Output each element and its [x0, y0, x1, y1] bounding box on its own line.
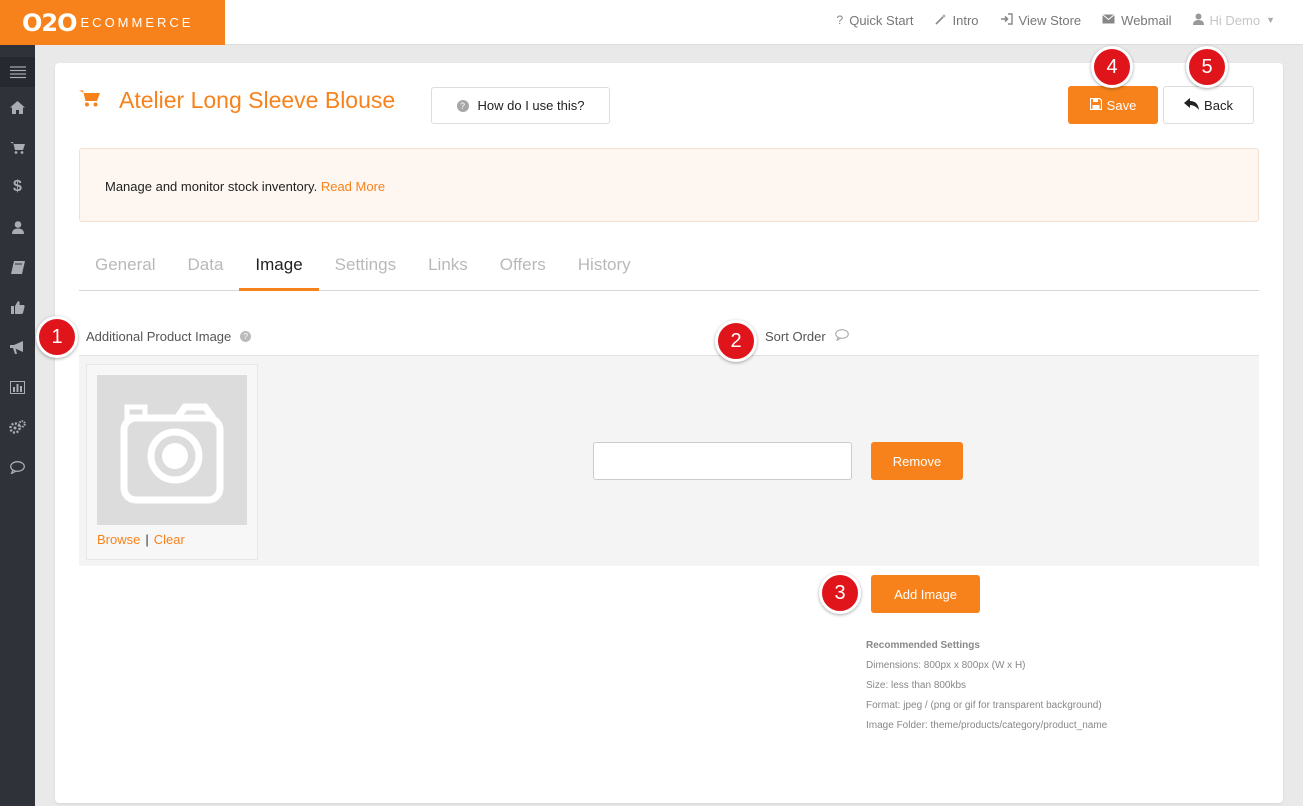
tab-history[interactable]: History — [562, 245, 647, 291]
thumbs-up-icon[interactable] — [0, 287, 35, 327]
view-store-label: View Store — [1018, 12, 1082, 28]
main-panel: Atelier Long Sleeve Blouse ? How do I us… — [55, 63, 1283, 803]
view-store-link[interactable]: View Store — [1000, 12, 1082, 28]
menu-icon[interactable] — [0, 57, 35, 87]
sort-order-label-text: Sort Order — [765, 329, 826, 344]
step-marker-2: 2 — [715, 320, 757, 362]
sidebar: $ — [0, 45, 35, 806]
question-circle-icon: ? — [456, 99, 469, 112]
recommended-size: Size: less than 800kbs — [866, 680, 967, 691]
logo-text: ECOMMERCE — [80, 15, 194, 30]
camera-icon — [120, 403, 224, 504]
tab-data[interactable]: Data — [171, 245, 239, 291]
link-separator: | — [145, 532, 149, 547]
comment-icon[interactable] — [0, 447, 35, 487]
user-menu[interactable]: Hi Demo ▼ — [1192, 12, 1275, 28]
step-marker-3: 3 — [819, 572, 861, 614]
image-row: Browse | Clear Remove — [79, 355, 1259, 566]
tab-image[interactable]: Image — [239, 245, 319, 291]
save-button[interactable]: Save — [1068, 86, 1158, 124]
recommended-format: Format: jpeg / (png or gif for transpare… — [866, 700, 1102, 711]
recommended-heading: Recommended Settings — [866, 640, 980, 651]
user-name: Hi Demo — [1209, 12, 1261, 28]
sign-in-icon — [1000, 12, 1013, 28]
thumbnail-links: Browse | Clear — [97, 532, 185, 547]
info-box: Manage and monitor stock inventory. Read… — [79, 148, 1259, 222]
back-button-label: Back — [1204, 97, 1233, 113]
megaphone-icon[interactable] — [0, 327, 35, 367]
step-marker-1: 1 — [36, 316, 78, 358]
tab-settings[interactable]: Settings — [319, 245, 412, 291]
tab-links[interactable]: Links — [412, 245, 484, 291]
reply-arrow-icon — [1184, 97, 1200, 114]
intro-link[interactable]: Intro — [934, 12, 979, 28]
top-nav: ? Quick Start Intro View Store Webmail H… — [816, 0, 1275, 40]
logo[interactable]: O2O ECOMMERCE — [0, 0, 225, 45]
read-more-link[interactable]: Read More — [321, 179, 385, 194]
remove-button[interactable]: Remove — [871, 442, 963, 480]
recommended-settings: Recommended Settings Dimensions: 800px x… — [866, 636, 1107, 736]
quick-start-link[interactable]: ? Quick Start — [837, 13, 914, 28]
page-title: Atelier Long Sleeve Blouse — [119, 87, 396, 113]
top-bar: O2O ECOMMERCE ? Quick Start Intro View S… — [0, 0, 1303, 45]
floppy-disk-icon — [1089, 97, 1102, 113]
book-icon[interactable] — [0, 247, 35, 287]
additional-image-label: Additional Product Image ? — [86, 329, 252, 344]
sort-order-input[interactable] — [593, 442, 852, 480]
sort-order-label: Sort Order — [765, 329, 849, 344]
webmail-link[interactable]: Webmail — [1102, 12, 1172, 28]
magic-wand-icon — [934, 13, 947, 28]
webmail-label: Webmail — [1121, 12, 1172, 28]
save-button-label: Save — [1106, 97, 1137, 113]
tab-bar: General Data Image Settings Links Offers… — [79, 245, 1259, 291]
step-marker-5: 5 — [1186, 46, 1228, 88]
envelope-icon — [1102, 13, 1115, 27]
step-marker-4: 4 — [1091, 46, 1133, 88]
browse-link[interactable]: Browse — [97, 532, 140, 547]
cart-icon[interactable] — [0, 127, 35, 167]
intro-label: Intro — [952, 12, 979, 28]
quick-start-label: Quick Start — [849, 12, 914, 28]
bar-chart-icon[interactable] — [0, 367, 35, 407]
add-image-button[interactable]: Add Image — [871, 575, 980, 613]
back-button[interactable]: Back — [1163, 86, 1254, 124]
help-icon[interactable]: ? — [240, 331, 252, 342]
chevron-down-icon: ▼ — [1266, 15, 1275, 25]
clear-link[interactable]: Clear — [154, 532, 185, 547]
recommended-dimensions: Dimensions: 800px x 800px (W x H) — [866, 660, 1026, 671]
additional-image-label-text: Additional Product Image — [86, 329, 232, 344]
cogs-icon[interactable] — [0, 407, 35, 447]
tab-offers[interactable]: Offers — [484, 245, 562, 291]
title-row: Atelier Long Sleeve Blouse — [79, 87, 395, 114]
image-placeholder[interactable] — [97, 375, 247, 525]
info-text: Manage and monitor stock inventory. — [105, 179, 318, 194]
question-icon: ? — [836, 13, 844, 27]
user-icon[interactable] — [0, 207, 35, 247]
user-icon — [1192, 13, 1204, 28]
tab-general[interactable]: General — [79, 245, 171, 291]
home-icon[interactable] — [0, 87, 35, 127]
help-button-label: How do I use this? — [477, 98, 585, 113]
comment-icon[interactable] — [834, 329, 849, 344]
dollar-icon[interactable]: $ — [0, 167, 35, 207]
image-thumbnail-card: Browse | Clear — [86, 364, 258, 560]
help-button[interactable]: ? How do I use this? — [431, 87, 610, 124]
recommended-folder: Image Folder: theme/products/category/pr… — [866, 720, 1108, 731]
logo-mark: O2O — [22, 8, 78, 37]
cart-icon — [79, 89, 103, 113]
